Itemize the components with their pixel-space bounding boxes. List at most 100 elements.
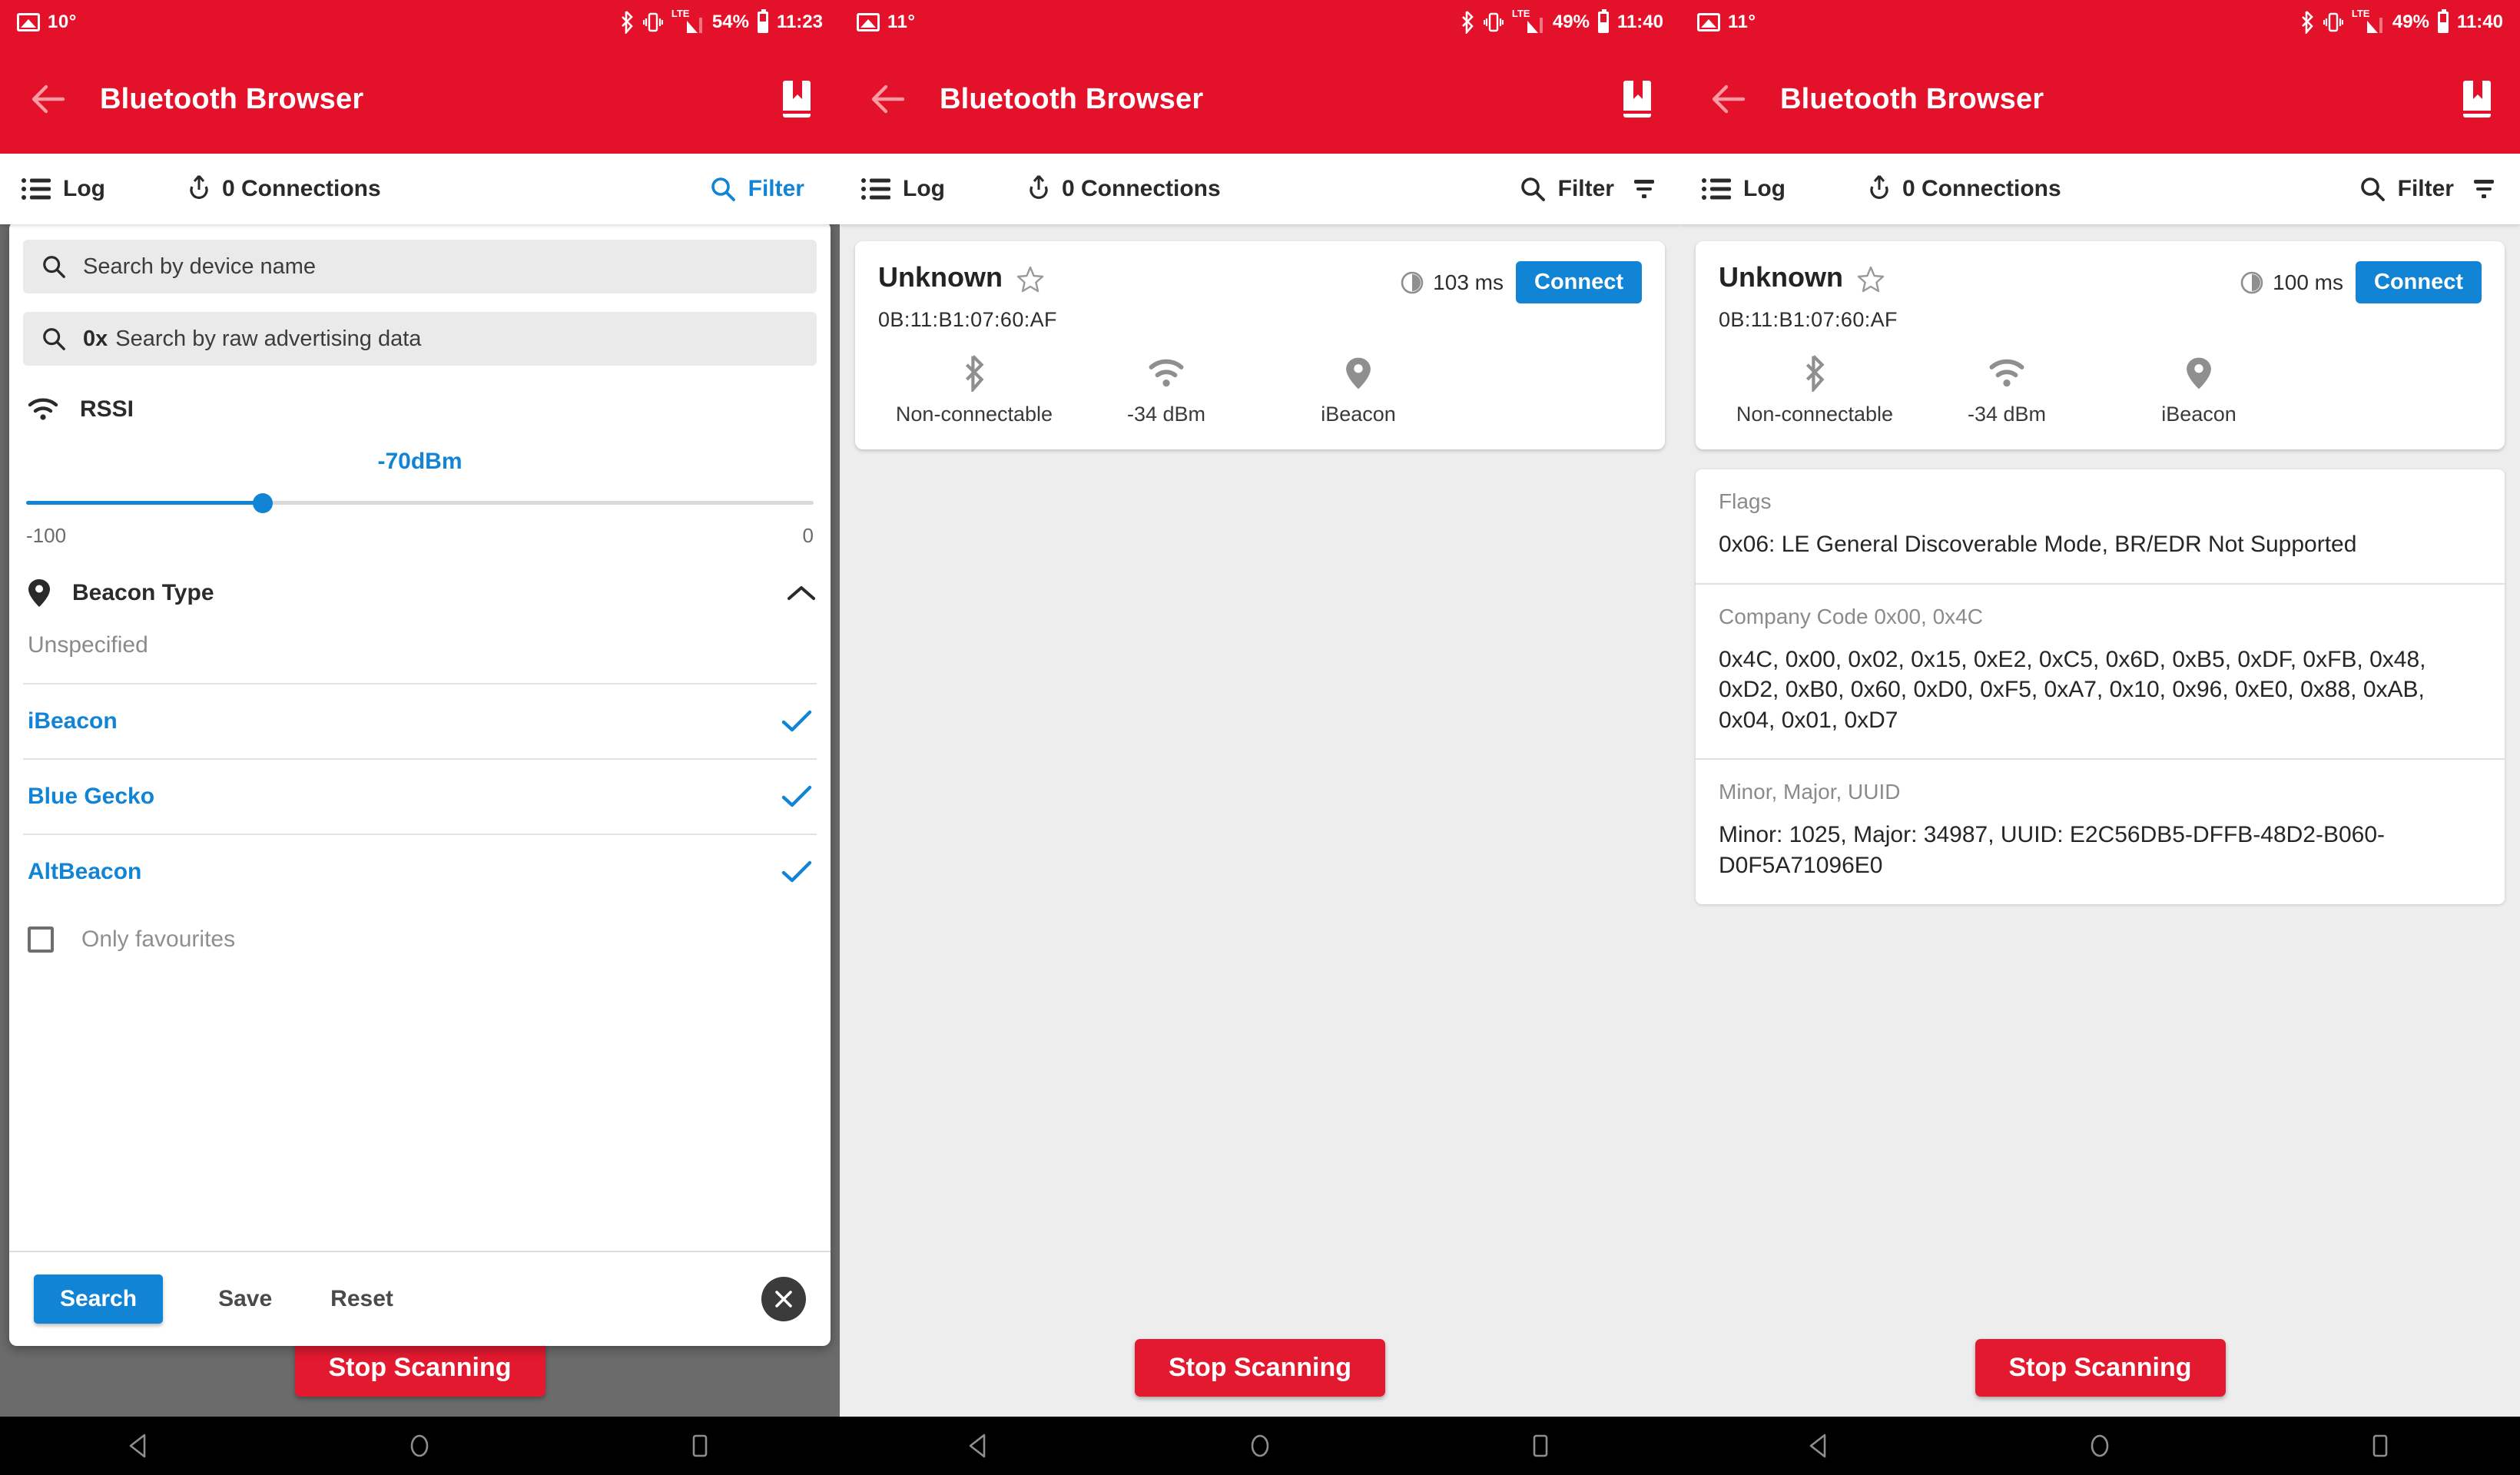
detail-key: Flags	[1719, 489, 1772, 513]
detail-value: 0x06: LE General Discoverable Mode, BR/E…	[1719, 532, 2357, 557]
bluetooth-icon	[2301, 11, 2313, 34]
wifi-icon	[28, 398, 58, 420]
link-icon	[1030, 175, 1048, 199]
back-arrow-icon[interactable]	[28, 78, 69, 120]
device-connectable: Non-connectable	[878, 355, 1070, 426]
clock: 11:40	[1616, 12, 1663, 32]
advertising-interval: 100 ms	[2240, 270, 2343, 295]
tab-log-label: Log	[1743, 176, 1786, 201]
device-card[interactable]: Unknown 103 ms Connect 0B:11:B1:07:60:AF…	[855, 241, 1665, 449]
rssi-max-label: 0	[802, 524, 814, 547]
favourite-star-icon[interactable]	[1016, 266, 1044, 293]
battery-percent: 54%	[711, 12, 749, 32]
search-device-name-field[interactable]: Search by device name	[23, 240, 817, 293]
back-arrow-icon[interactable]	[1708, 78, 1749, 120]
nav-back-icon[interactable]	[124, 1430, 155, 1461]
nav-home-icon[interactable]	[404, 1430, 435, 1461]
device-card[interactable]: Unknown 100 ms Connect 0B:11:B1:07:60:AF…	[1696, 241, 2505, 449]
device-meta-row: Non-connectable -34 dBm iBeacon	[1719, 355, 2482, 426]
only-favourites-checkbox[interactable]	[28, 926, 54, 953]
beacon-type-section-header[interactable]: Beacon Type	[23, 578, 817, 608]
clock: 11:23	[776, 12, 823, 32]
phone-screen-filter: 10° LTE 54% 11:23 Bluetooth Browser Log …	[0, 0, 840, 1475]
status-bar-right: LTE 54% 11:23	[619, 8, 823, 35]
link-icon	[1870, 175, 1888, 199]
detail-value: Minor: 1025, Major: 34987, UUID: E2C56DB…	[1719, 822, 2386, 878]
only-favourites-row[interactable]: Only favourites	[23, 909, 817, 970]
phone-screen-device-detail: 11° LTE 49% 11:40 Bluetooth Browser Log …	[1680, 0, 2520, 1475]
close-button[interactable]	[761, 1277, 806, 1321]
filter-list-icon[interactable]	[1631, 177, 1657, 201]
device-name: Unknown	[1719, 261, 1843, 293]
beacon-type-name: Blue Gecko	[28, 784, 155, 809]
bookmark-icon[interactable]	[1622, 79, 1653, 119]
bookmark-icon[interactable]	[781, 79, 812, 119]
save-button[interactable]: Save	[218, 1286, 272, 1312]
beacon-type-name: AltBeacon	[28, 859, 142, 884]
search-button[interactable]: Search	[34, 1274, 164, 1324]
stop-scanning-button[interactable]: Stop Scanning	[1135, 1339, 1385, 1397]
bookmark-icon[interactable]	[2462, 79, 2492, 119]
photo-icon	[17, 13, 40, 31]
bluetooth-icon	[621, 11, 633, 34]
rssi-slider[interactable]	[26, 486, 814, 519]
status-bar-right: LTE 49% 11:40	[2300, 8, 2503, 35]
search-icon	[1520, 177, 1545, 201]
tab-log[interactable]: Log	[840, 176, 945, 202]
content-area: Unknown 100 ms Connect 0B:11:B1:07:60:AF…	[1680, 224, 2520, 1417]
beacon-type-row[interactable]: AltBeacon	[23, 834, 817, 909]
nav-recents-icon[interactable]	[2365, 1430, 2396, 1461]
status-bar: 11° LTE 49% 11:40	[1680, 0, 2520, 45]
search-icon	[43, 256, 65, 278]
tab-log[interactable]: Log	[0, 176, 105, 202]
stop-scanning-button[interactable]: Stop Scanning	[294, 1339, 545, 1397]
back-arrow-icon[interactable]	[867, 78, 909, 120]
close-icon	[775, 1291, 792, 1308]
reset-button[interactable]: Reset	[330, 1286, 393, 1312]
stop-scanning-button[interactable]: Stop Scanning	[1975, 1339, 2226, 1397]
tab-filter-label: Filter	[2397, 176, 2454, 201]
slider-thumb[interactable]	[252, 493, 273, 513]
status-bar-left: 11°	[857, 12, 915, 33]
nav-back-icon[interactable]	[1805, 1430, 1835, 1461]
bluetooth-icon	[1461, 11, 1474, 34]
nav-recents-icon[interactable]	[1525, 1430, 1556, 1461]
beacon-type-row[interactable]: iBeacon	[23, 683, 817, 758]
connect-button[interactable]: Connect	[1516, 261, 1642, 303]
beacon-type-row[interactable]: Unspecified	[23, 608, 817, 683]
favourite-star-icon[interactable]	[1857, 266, 1885, 293]
filter-sheet-scroll[interactable]: Search by device name 0x Search by raw a…	[9, 221, 831, 1251]
search-raw-data-placeholder: Search by raw advertising data	[115, 326, 422, 351]
tab-connections[interactable]: 0 Connections	[188, 174, 381, 204]
rssi-range-labels: -100 0	[23, 524, 817, 548]
content-area: Stop Scanning Search by device name 0x S…	[0, 221, 840, 1417]
stop-scanning-area: Stop Scanning	[0, 1339, 840, 1397]
nav-home-icon[interactable]	[2084, 1430, 2115, 1461]
device-rssi-label: -34 dBm	[1126, 403, 1206, 426]
nav-recents-icon[interactable]	[685, 1430, 715, 1461]
connect-button[interactable]: Connect	[2356, 261, 2482, 303]
tab-filter[interactable]: Filter	[2359, 176, 2520, 202]
tab-filter[interactable]: Filter	[1520, 176, 1680, 202]
lte-signal-icon: LTE	[2352, 8, 2384, 35]
battery-icon	[2437, 9, 2449, 33]
beacon-type-row[interactable]: Blue Gecko	[23, 758, 817, 834]
tab-connections[interactable]: 0 Connections	[1028, 174, 1221, 204]
search-raw-data-field[interactable]: 0x Search by raw advertising data	[23, 312, 817, 366]
chevron-up-icon[interactable]	[786, 584, 817, 602]
tab-connections[interactable]: 0 Connections	[1868, 174, 2061, 204]
hex-prefix-label: 0x	[83, 326, 108, 351]
tab-log[interactable]: Log	[1680, 176, 1786, 202]
location-pin-icon	[2187, 357, 2211, 389]
battery-icon	[757, 9, 768, 33]
vibrate-icon	[2323, 12, 2343, 32]
filter-list-icon[interactable]	[2471, 177, 2497, 201]
rssi-value: -70dBm	[377, 449, 463, 474]
nav-home-icon[interactable]	[1245, 1430, 1275, 1461]
check-icon	[781, 710, 812, 732]
android-nav-bar	[0, 1417, 840, 1475]
tab-connections-label: 0 Connections	[1061, 176, 1221, 201]
nav-back-icon[interactable]	[964, 1430, 995, 1461]
page-title: Bluetooth Browser	[1780, 82, 2044, 115]
tab-filter[interactable]: Filter	[710, 176, 840, 202]
